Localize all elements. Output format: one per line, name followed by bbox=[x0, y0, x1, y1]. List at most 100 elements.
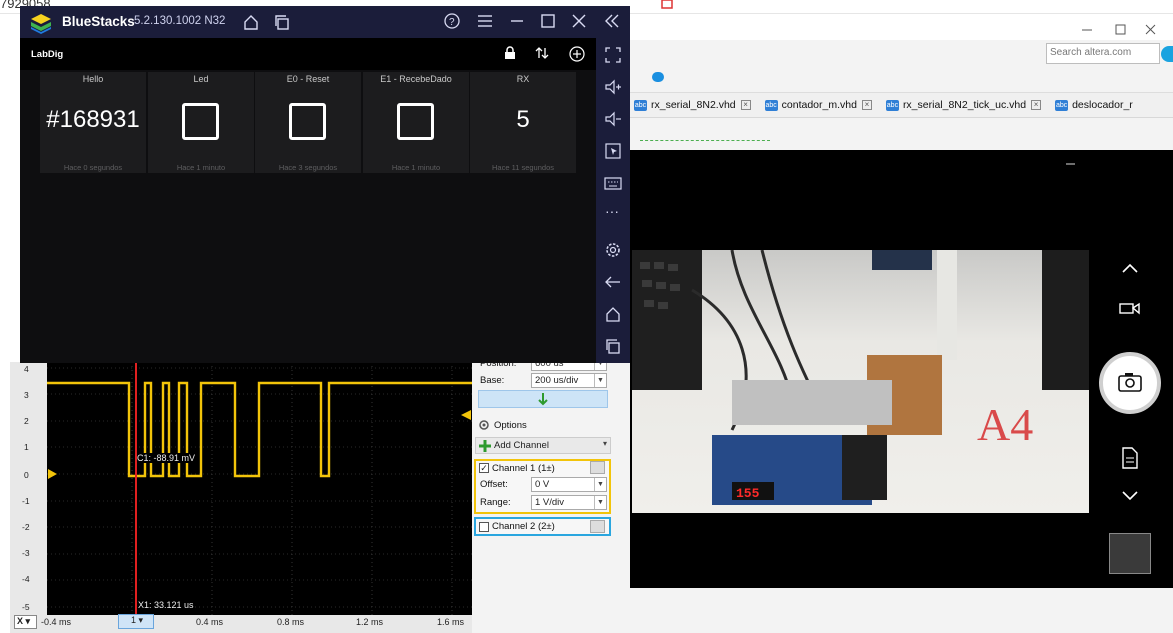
lock-icon[interactable] bbox=[503, 46, 517, 60]
recent-apps-icon[interactable] bbox=[604, 337, 622, 355]
widget-e0-reset[interactable]: E0 - Reset Hace 3 segundos bbox=[255, 72, 361, 173]
recebedado-checkbox[interactable] bbox=[397, 103, 434, 140]
chat-icon[interactable] bbox=[652, 72, 664, 82]
close-tab-icon[interactable]: × bbox=[861, 100, 872, 110]
bluestacks-logo-icon bbox=[31, 14, 51, 34]
y-tick: -2 bbox=[22, 522, 30, 532]
widget-label: Led bbox=[193, 74, 209, 84]
y-tick: -3 bbox=[22, 548, 30, 558]
multi-instance-icon[interactable] bbox=[273, 13, 291, 31]
chevron-down-icon[interactable]: ▼ bbox=[594, 374, 606, 387]
android-home-icon[interactable] bbox=[604, 305, 622, 323]
apply-button[interactable] bbox=[478, 390, 608, 408]
trigger-marker-icon bbox=[461, 410, 471, 420]
y-tick: -1 bbox=[22, 496, 30, 506]
y-tick: -4 bbox=[22, 574, 30, 584]
offset-field[interactable]: 0 V ▼ bbox=[531, 477, 607, 492]
close-tab-icon[interactable]: × bbox=[1031, 100, 1042, 110]
y-tick: 3 bbox=[24, 390, 29, 400]
cursor-selector[interactable]: 1 ▾ bbox=[118, 614, 154, 629]
dashboard-title: LabDig bbox=[31, 49, 64, 60]
maximize-icon[interactable] bbox=[539, 13, 557, 29]
tab-deslocador[interactable]: abc deslocador_r bbox=[1049, 93, 1141, 117]
x-tick: 1.6 ms bbox=[437, 617, 465, 627]
widget-e1-recebedado[interactable]: E1 - RecebeDado Hace 1 minuto bbox=[363, 72, 469, 173]
dropdown-arrow-icon: ▾ bbox=[602, 439, 607, 448]
minimize-icon[interactable] bbox=[508, 13, 526, 29]
sort-arrows-icon[interactable] bbox=[535, 46, 549, 60]
channel-2-settings-icon[interactable] bbox=[590, 520, 605, 533]
close-icon[interactable] bbox=[570, 13, 588, 29]
fullscreen-icon[interactable] bbox=[604, 46, 622, 64]
y-tick: 4 bbox=[24, 364, 29, 374]
cursor-x1-readout: X1: 33.121 us bbox=[138, 600, 194, 610]
back-arrow-icon[interactable] bbox=[604, 273, 622, 291]
base-label: Base: bbox=[480, 375, 505, 386]
tab-rx-serial-tick[interactable]: abc rx_serial_8N2_tick_uc.vhd × bbox=[880, 93, 1049, 117]
x-tick: -0.4 ms bbox=[41, 617, 72, 627]
quartus-editor-tabs: abc rx_serial_8N2.vhd × abc contador_m.vhd ×… bbox=[628, 93, 1173, 118]
bluestacks-app-name: BlueStacks bbox=[62, 14, 135, 29]
scope-plot[interactable] bbox=[47, 362, 472, 615]
y-tick: 1 bbox=[24, 442, 29, 452]
x-tick: 0.4 ms bbox=[196, 617, 224, 627]
lab-bench-photo: 155 A4 bbox=[632, 250, 1089, 505]
home-icon[interactable] bbox=[242, 13, 260, 31]
gallery-thumbnail[interactable] bbox=[1109, 533, 1151, 574]
widget-timestamp: Hace 11 segundos bbox=[492, 163, 554, 172]
tab-rx-serial[interactable]: abc rx_serial_8N2.vhd × bbox=[628, 93, 759, 117]
range-field[interactable]: 1 V/div ▼ bbox=[531, 495, 607, 510]
keyboard-icon[interactable] bbox=[604, 174, 622, 192]
volume-up-icon[interactable] bbox=[604, 78, 622, 96]
vhd-file-icon: abc bbox=[885, 99, 899, 111]
x-axis-selector[interactable]: X ▾ bbox=[14, 615, 37, 629]
pointer-icon[interactable] bbox=[604, 142, 622, 160]
base-field[interactable]: 200 us/div ▼ bbox=[531, 373, 607, 388]
led-checkbox[interactable] bbox=[182, 103, 219, 140]
channel-1-settings-icon[interactable] bbox=[590, 461, 605, 474]
reset-checkbox[interactable] bbox=[289, 103, 326, 140]
chevron-down-icon[interactable]: ▼ bbox=[594, 496, 606, 509]
widget-label: RX bbox=[516, 74, 530, 84]
add-widget-icon[interactable] bbox=[568, 45, 586, 63]
scope-trace-svg bbox=[47, 362, 472, 615]
range-label: Range: bbox=[480, 497, 511, 508]
shutter-button[interactable] bbox=[1099, 352, 1161, 414]
menu-icon[interactable] bbox=[476, 13, 494, 29]
bluestacks-version: 5.2.130.1002 N32 bbox=[134, 15, 226, 27]
add-channel-button[interactable]: Add Channel ▾ bbox=[475, 437, 611, 454]
more-icon[interactable]: ··· bbox=[605, 203, 619, 219]
widget-led[interactable]: Led Hace 1 minuto bbox=[148, 72, 254, 173]
plus-icon bbox=[479, 440, 491, 452]
y-tick: 0 bbox=[24, 470, 29, 480]
widget-timestamp: Hace 1 minuto bbox=[391, 163, 441, 172]
chevron-down-icon[interactable] bbox=[1120, 489, 1140, 503]
y-tick: -5 bbox=[22, 602, 30, 612]
close-tab-icon[interactable]: × bbox=[740, 100, 751, 110]
video-camera-icon[interactable] bbox=[1119, 300, 1141, 316]
arrow-down-icon bbox=[538, 393, 548, 406]
channel-2-checkbox[interactable] bbox=[479, 522, 489, 532]
window-controls-icon[interactable] bbox=[1080, 22, 1160, 38]
volume-down-icon[interactable] bbox=[604, 110, 622, 128]
help-icon[interactable]: ? bbox=[443, 12, 461, 30]
settings-gear-icon[interactable] bbox=[604, 241, 622, 259]
search-input[interactable]: Search altera.com bbox=[1046, 43, 1160, 64]
vhd-file-icon: abc bbox=[634, 99, 647, 111]
widget-label: E0 - Reset bbox=[286, 74, 330, 84]
quartus-toolbar bbox=[628, 66, 1173, 93]
channel-1-checkbox[interactable]: ✓ bbox=[479, 463, 489, 473]
y-tick: 2 bbox=[24, 416, 29, 426]
widget-hello[interactable]: Hello #168931 Hace 0 segundos bbox=[40, 72, 146, 173]
widget-rx[interactable]: RX 5 Hace 11 segundos bbox=[470, 72, 576, 173]
options-gear-icon bbox=[479, 420, 489, 430]
globe-icon bbox=[1161, 46, 1173, 62]
tab-contador[interactable]: abc contador_m.vhd × bbox=[759, 93, 880, 117]
widget-timestamp: Hace 1 minuto bbox=[176, 163, 226, 172]
collapse-sidebar-icon[interactable] bbox=[603, 13, 621, 29]
chevron-down-icon[interactable]: ▼ bbox=[594, 478, 606, 491]
document-icon[interactable] bbox=[1121, 447, 1139, 469]
widget-label: Hello bbox=[82, 74, 104, 84]
chevron-up-icon[interactable] bbox=[1120, 262, 1140, 276]
options-button[interactable]: Options bbox=[494, 420, 527, 431]
